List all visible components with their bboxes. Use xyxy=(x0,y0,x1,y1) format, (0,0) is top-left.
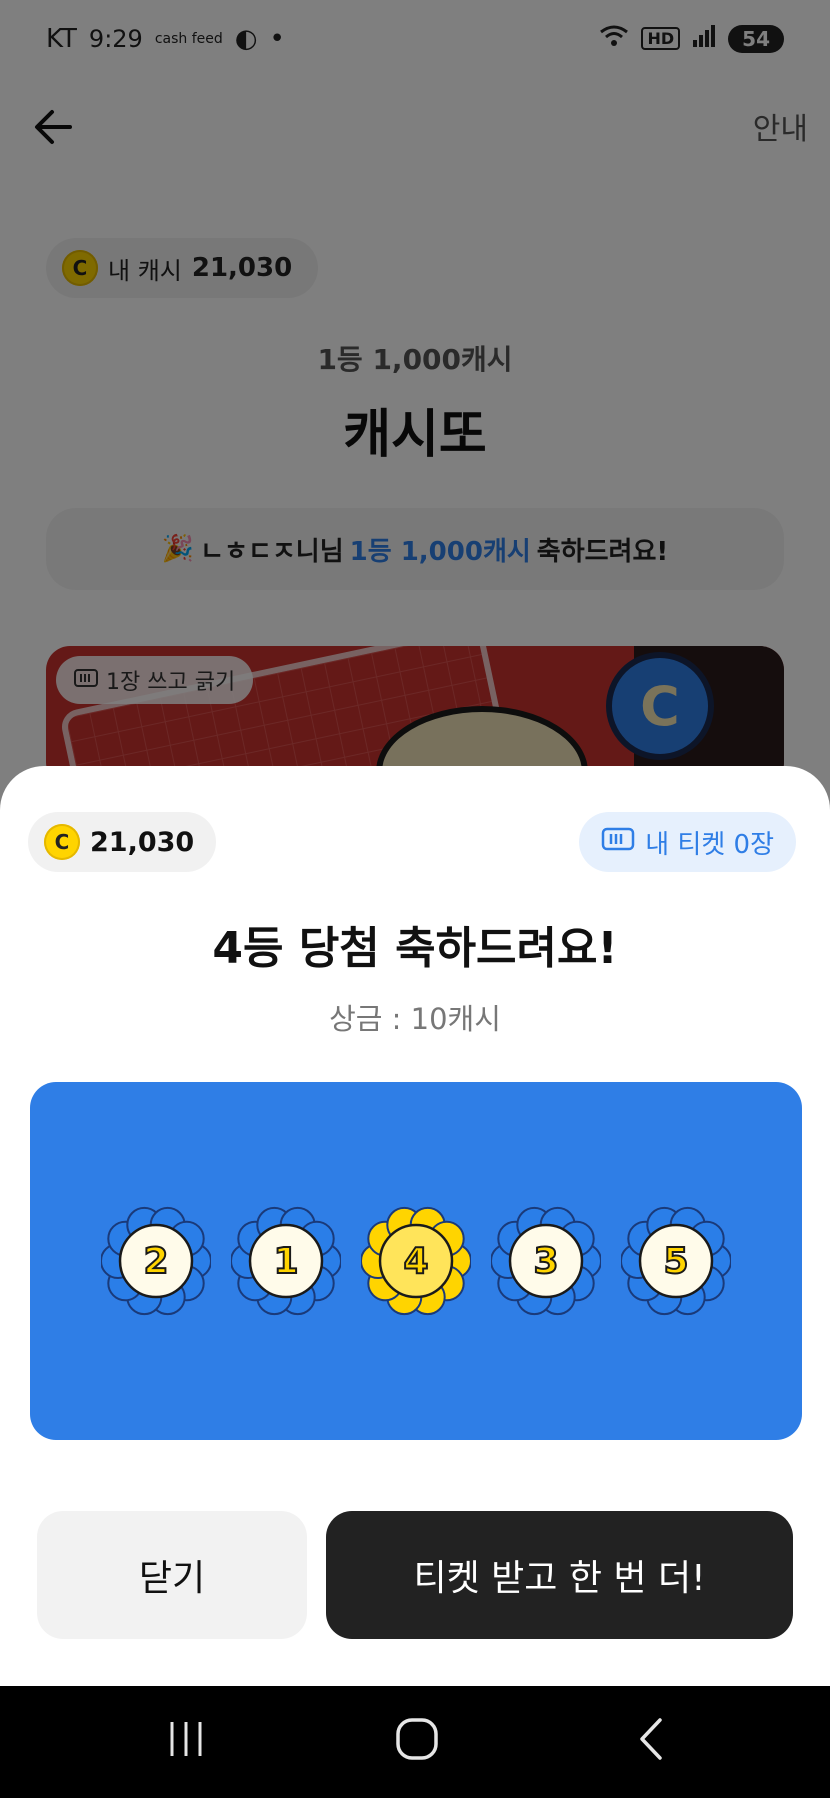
recent-apps-icon[interactable] xyxy=(166,1714,206,1768)
sheet-cash-chip: C 21,030 xyxy=(28,812,217,872)
my-ticket-chip[interactable]: 내 티켓 0장 xyxy=(579,812,796,872)
lotto-ball: 3 xyxy=(491,1206,601,1316)
lotto-ball-number: 2 xyxy=(142,1240,169,1283)
lotto-ball-number: 5 xyxy=(662,1240,689,1283)
ticket-retry-button[interactable]: 티켓 받고 한 번 더! xyxy=(326,1511,793,1639)
home-icon[interactable] xyxy=(395,1714,439,1768)
result-sheet: C 21,030 내 티켓 0장 4등 당첨 축하드려요! 상금 : 10캐시 … xyxy=(0,766,830,1686)
sheet-cash-amount: 21,030 xyxy=(90,826,195,858)
ticket-icon xyxy=(601,827,635,858)
lotto-ball-number: 4 xyxy=(402,1240,429,1283)
lotto-ball: 5 xyxy=(621,1206,731,1316)
close-button[interactable]: 닫기 xyxy=(37,1511,307,1639)
lotto-ball: 1 xyxy=(231,1206,341,1316)
system-nav-bar xyxy=(0,1686,830,1798)
back-nav-icon[interactable] xyxy=(632,1714,672,1768)
lotto-numbers-panel: 2 1 4 3 5 xyxy=(30,1082,802,1440)
lotto-ball-number: 3 xyxy=(532,1240,559,1283)
lotto-ball: 4 xyxy=(361,1206,471,1316)
prize-amount-text: 상금 : 10캐시 xyxy=(329,1002,501,1036)
lotto-ball-row: 2 1 4 3 5 xyxy=(30,1082,802,1440)
result-title: 4등 당첨 축하드려요! xyxy=(212,923,618,974)
lotto-ball: 2 xyxy=(101,1206,211,1316)
coin-icon: C xyxy=(44,824,80,860)
lotto-ball-number: 1 xyxy=(272,1240,299,1283)
my-ticket-label: 내 티켓 0장 xyxy=(645,829,774,860)
